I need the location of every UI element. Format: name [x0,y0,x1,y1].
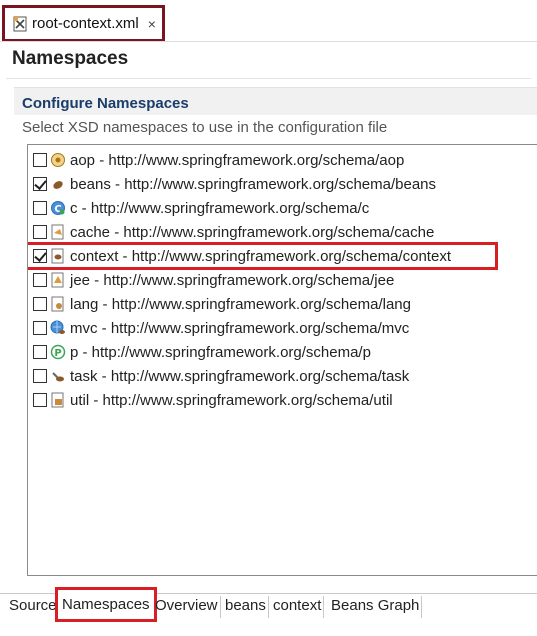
section-description: Select XSD namespaces to use in the conf… [22,119,388,136]
tab-overview[interactable]: Overview [153,596,221,618]
namespace-label: lang - http://www.springframework.org/sc… [70,295,411,313]
namespace-checkbox[interactable] [33,153,47,167]
namespace-checkbox[interactable] [33,345,47,359]
aop-icon [50,152,66,168]
namespace-row-mvc[interactable]: mvc - http://www.springframework.org/sch… [28,316,409,340]
tab-namespaces[interactable]: Namespaces [55,587,157,622]
namespace-row-jee[interactable]: jee - http://www.springframework.org/sch… [28,268,394,292]
c-namespace-icon: C [50,200,66,216]
namespace-list[interactable]: aop - http://www.springframework.org/sch… [27,144,537,576]
namespace-checkbox[interactable] [33,369,47,383]
editor-tab-root-context[interactable]: root-context.xml × [2,5,165,42]
namespace-label: jee - http://www.springframework.org/sch… [70,271,395,289]
p-namespace-icon: P [50,344,66,360]
context-icon [50,248,66,264]
xml-file-icon [13,16,27,32]
tab-beans[interactable]: beans [223,596,269,618]
bean-icon [50,176,66,192]
namespace-checkbox[interactable] [33,225,47,239]
namespace-row-cache[interactable]: cache - http://www.springframework.org/s… [28,220,434,244]
namespace-label: mvc - http://www.springframework.org/sch… [70,319,410,337]
svg-text:P: P [54,348,61,359]
editor-tab-title: root-context.xml [32,15,139,32]
namespace-label: cache - http://www.springframework.org/s… [70,223,435,241]
tab-beans-graph[interactable]: Beans Graph [329,596,423,618]
cache-icon [50,224,66,240]
namespace-row-util[interactable]: util - http://www.springframework.org/sc… [28,388,393,412]
namespace-label: beans - http://www.springframework.org/s… [70,175,436,193]
namespace-label: util - http://www.springframework.org/sc… [70,391,393,409]
page-title: Namespaces [12,48,129,69]
namespace-row-aop[interactable]: aop - http://www.springframework.org/sch… [28,148,404,172]
namespace-row-task[interactable]: task - http://www.springframework.org/sc… [28,364,409,388]
section-header: Configure Namespaces [14,87,537,115]
tab-source[interactable]: Source [7,596,60,618]
namespace-label: context - http://www.springframework.org… [70,247,451,265]
configure-namespaces-section: Configure Namespaces Select XSD namespac… [14,87,537,591]
lang-icon [50,296,66,312]
namespace-checkbox[interactable] [33,297,47,311]
task-icon [50,368,66,384]
jee-icon [50,272,66,288]
namespace-checkbox[interactable] [33,177,47,191]
namespace-checkbox[interactable] [33,273,47,287]
util-icon [50,392,66,408]
tab-context[interactable]: context [271,596,325,618]
namespace-checkbox[interactable] [33,321,47,335]
namespace-row-lang[interactable]: lang - http://www.springframework.org/sc… [28,292,411,316]
namespace-checkbox[interactable] [33,393,47,407]
mvc-icon [50,320,66,336]
namespace-label: p - http://www.springframework.org/schem… [70,343,371,361]
namespace-label: task - http://www.springframework.org/sc… [70,367,410,385]
namespace-label: aop - http://www.springframework.org/sch… [70,151,405,169]
namespace-row-context[interactable]: context - http://www.springframework.org… [28,242,498,270]
namespace-row-beans[interactable]: beans - http://www.springframework.org/s… [28,172,436,196]
namespace-row-p[interactable]: P p - http://www.springframework.org/sch… [28,340,371,364]
namespace-row-c[interactable]: C c - http://www.springframework.org/sch… [28,196,369,220]
close-icon[interactable]: × [148,16,156,32]
tab-divider [0,41,537,42]
namespace-label: c - http://www.springframework.org/schem… [70,199,370,217]
title-divider [6,78,531,79]
namespace-checkbox[interactable] [33,249,47,263]
namespace-checkbox[interactable] [33,201,47,215]
